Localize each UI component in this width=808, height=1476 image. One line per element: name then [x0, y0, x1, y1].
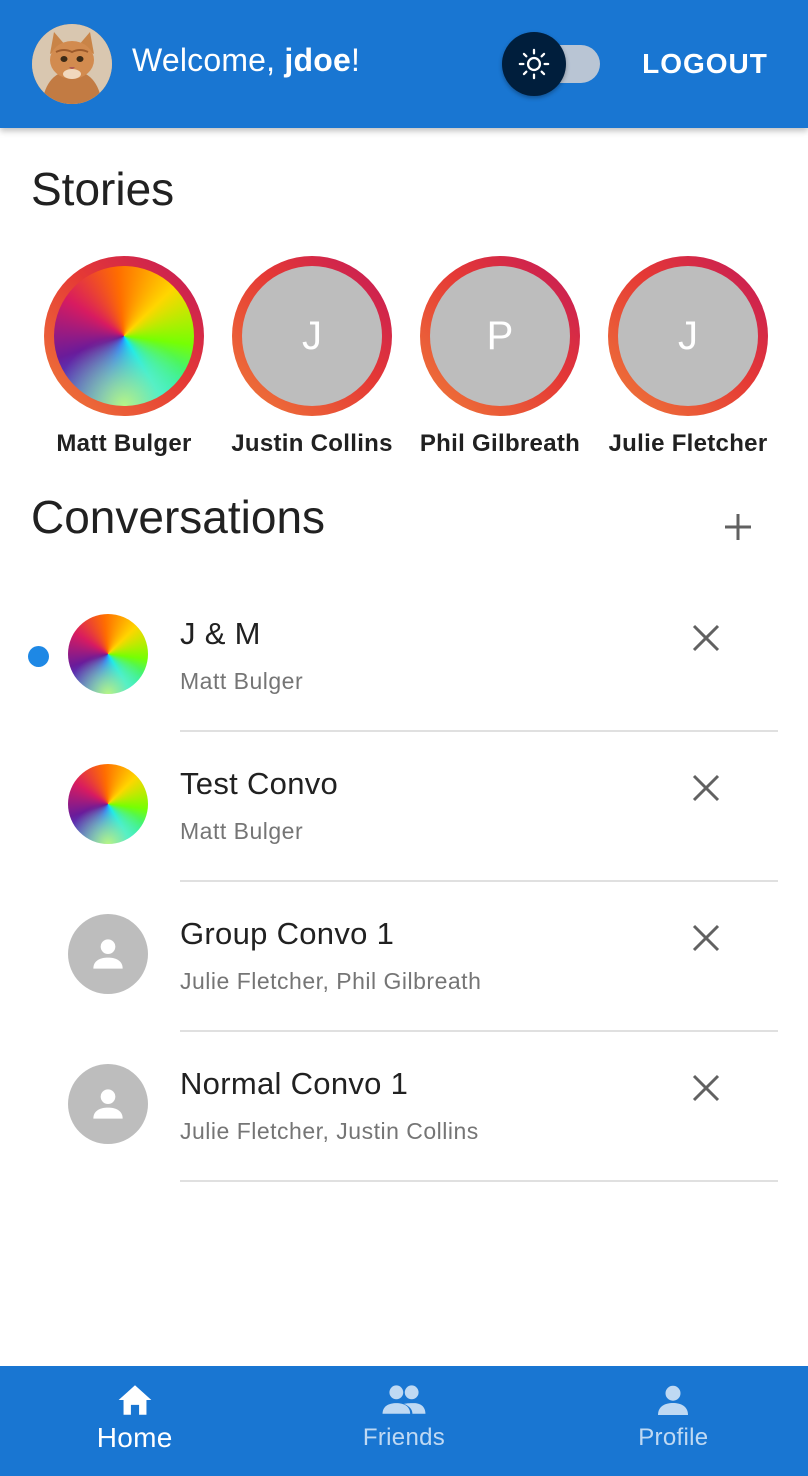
username: jdoe	[284, 42, 351, 78]
person-icon	[655, 1382, 691, 1418]
welcome-prefix: Welcome,	[132, 42, 285, 78]
app-bar: Welcome, jdoe! LOGOUT	[0, 0, 808, 128]
welcome-message: Welcome, jdoe!	[132, 42, 360, 79]
close-icon	[692, 624, 720, 652]
people-icon	[381, 1382, 427, 1418]
conversation-participants: Matt Bulger	[180, 818, 304, 844]
home-icon	[115, 1382, 155, 1418]
delete-conversation-button[interactable]	[684, 1066, 728, 1110]
divider	[180, 1180, 778, 1182]
story-ring: J	[608, 256, 768, 416]
bottom-navigation: Home Friends Profile	[0, 1366, 808, 1476]
plus-icon	[725, 514, 751, 540]
add-conversation-button[interactable]	[712, 504, 764, 550]
conversation-item[interactable]: Normal Convo 1 Julie Fletcher, Justin Co…	[0, 1030, 808, 1182]
story-ring	[44, 256, 204, 416]
nav-friends[interactable]: Friends	[269, 1366, 538, 1476]
close-icon	[692, 1074, 720, 1102]
delete-conversation-button[interactable]	[684, 766, 728, 810]
story-justin-collins[interactable]: J Justin Collins	[220, 256, 404, 458]
story-name: Justin Collins	[231, 430, 393, 457]
story-name: Julie Fletcher	[608, 430, 768, 457]
conversations-heading: Conversations	[31, 491, 326, 543]
conversation-item[interactable]: J & M Matt Bulger	[0, 580, 808, 732]
conversation-avatar	[68, 914, 148, 994]
close-icon	[692, 774, 720, 802]
conversation-name: Normal Convo 1	[180, 1066, 409, 1101]
delete-conversation-button[interactable]	[684, 616, 728, 660]
story-ring: J	[232, 256, 392, 416]
close-icon	[692, 924, 720, 952]
nav-home[interactable]: Home	[0, 1366, 269, 1476]
story-ring: P	[420, 256, 580, 416]
conversation-item[interactable]: Group Convo 1 Julie Fletcher, Phil Gilbr…	[0, 880, 808, 1032]
story-avatar-initial: J	[242, 266, 382, 406]
cat-photo-icon	[32, 24, 112, 104]
conversation-list: J & M Matt Bulger Test Convo Matt Bulger	[0, 580, 808, 1182]
welcome-suffix: !	[350, 42, 361, 78]
conversation-avatar	[68, 1064, 148, 1144]
person-placeholder-icon	[93, 939, 123, 969]
nav-label: Profile	[638, 1424, 709, 1451]
nav-label: Home	[96, 1422, 173, 1453]
conversation-avatar	[68, 614, 148, 694]
nav-label: Friends	[362, 1424, 446, 1451]
conversation-name: Test Convo	[180, 766, 339, 801]
unread-indicator	[28, 646, 49, 667]
story-phil-gilbreath[interactable]: P Phil Gilbreath	[408, 256, 592, 458]
theme-toggle[interactable]	[502, 32, 602, 96]
conversation-participants: Julie Fletcher, Phil Gilbreath	[180, 968, 482, 994]
delete-conversation-button[interactable]	[684, 916, 728, 960]
nav-profile[interactable]: Profile	[539, 1366, 808, 1476]
conversation-item[interactable]: Test Convo Matt Bulger	[0, 730, 808, 882]
story-matt-bulger[interactable]: Matt Bulger	[32, 256, 216, 458]
story-avatar-initial: P	[430, 266, 570, 406]
story-name: Matt Bulger	[56, 430, 192, 457]
sun-icon	[518, 48, 550, 80]
logout-button[interactable]: LOGOUT	[630, 40, 780, 88]
conversation-name: J & M	[180, 616, 261, 651]
conversation-participants: Julie Fletcher, Justin Collins	[180, 1118, 479, 1144]
conversation-name: Group Convo 1	[180, 916, 395, 951]
conversation-participants: Matt Bulger	[180, 668, 304, 694]
story-avatar-initial: J	[618, 266, 758, 406]
story-name: Phil Gilbreath	[419, 430, 581, 457]
user-avatar[interactable]	[32, 24, 112, 104]
story-julie-fletcher[interactable]: J Julie Fletcher	[596, 256, 780, 458]
stories-heading: Stories	[31, 163, 175, 215]
toggle-thumb	[502, 32, 566, 96]
story-avatar	[54, 266, 194, 406]
conversation-avatar	[68, 764, 148, 844]
person-placeholder-icon	[93, 1089, 123, 1119]
stories-list: Matt Bulger J Justin Collins P Phil Gilb…	[32, 256, 792, 466]
